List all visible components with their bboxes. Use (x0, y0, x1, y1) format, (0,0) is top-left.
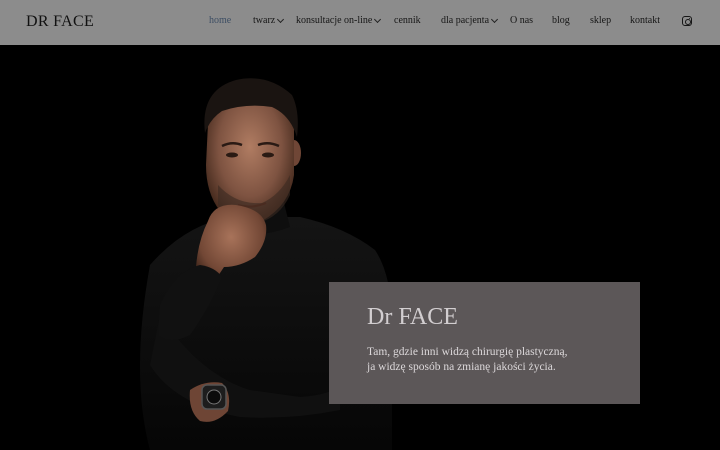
main-nav: home twarz konsultacje on-line cennik dl… (0, 0, 720, 45)
nav-label: sklep (590, 15, 612, 26)
chevron-down-icon (374, 15, 382, 23)
hero-tagline-line-1: Tam, gdzie inni widzą chirurgię plastycz… (367, 346, 568, 358)
chevron-down-icon (277, 15, 285, 23)
nav-item-twarz[interactable]: twarz (253, 15, 285, 26)
hero-card: Dr FACE Tam, gdzie inni widzą chirurgię … (329, 282, 640, 404)
hero-title: Dr FACE (367, 304, 458, 330)
nav-label: cennik (394, 15, 421, 26)
nav-item-o-nas[interactable]: O nas (510, 15, 533, 26)
nav-label: twarz (253, 15, 276, 26)
nav-label: dla pacjenta (441, 15, 490, 26)
nav-item-sklep[interactable]: sklep (590, 15, 611, 26)
nav-item-konsultacje[interactable]: konsultacje on-line (296, 15, 382, 26)
chevron-down-icon (490, 15, 499, 23)
hero-tagline-line-2: ja widzę sposób na zmianę jakości życia. (367, 361, 556, 373)
nav-item-dla-pacjenta[interactable]: dla pacjenta (441, 15, 499, 26)
nav-label: home (209, 15, 232, 26)
nav-label: O nas (510, 15, 534, 26)
hero-section: Dr FACE Tam, gdzie inni widzą chirurgię … (0, 45, 720, 450)
nav-item-blog[interactable]: blog (552, 15, 570, 26)
nav-label: kontakt (630, 15, 660, 26)
nav-item-home[interactable]: home (209, 15, 231, 26)
site-header: DR FACE home twarz konsultacje on-line c… (0, 0, 720, 45)
nav-label: blog (552, 15, 570, 26)
instagram-icon[interactable] (682, 16, 692, 26)
nav-item-kontakt[interactable]: kontakt (630, 15, 660, 26)
nav-label: konsultacje on-line (296, 15, 373, 26)
page: DR FACE home twarz konsultacje on-line c… (0, 0, 720, 450)
nav-item-cennik[interactable]: cennik (394, 15, 421, 26)
